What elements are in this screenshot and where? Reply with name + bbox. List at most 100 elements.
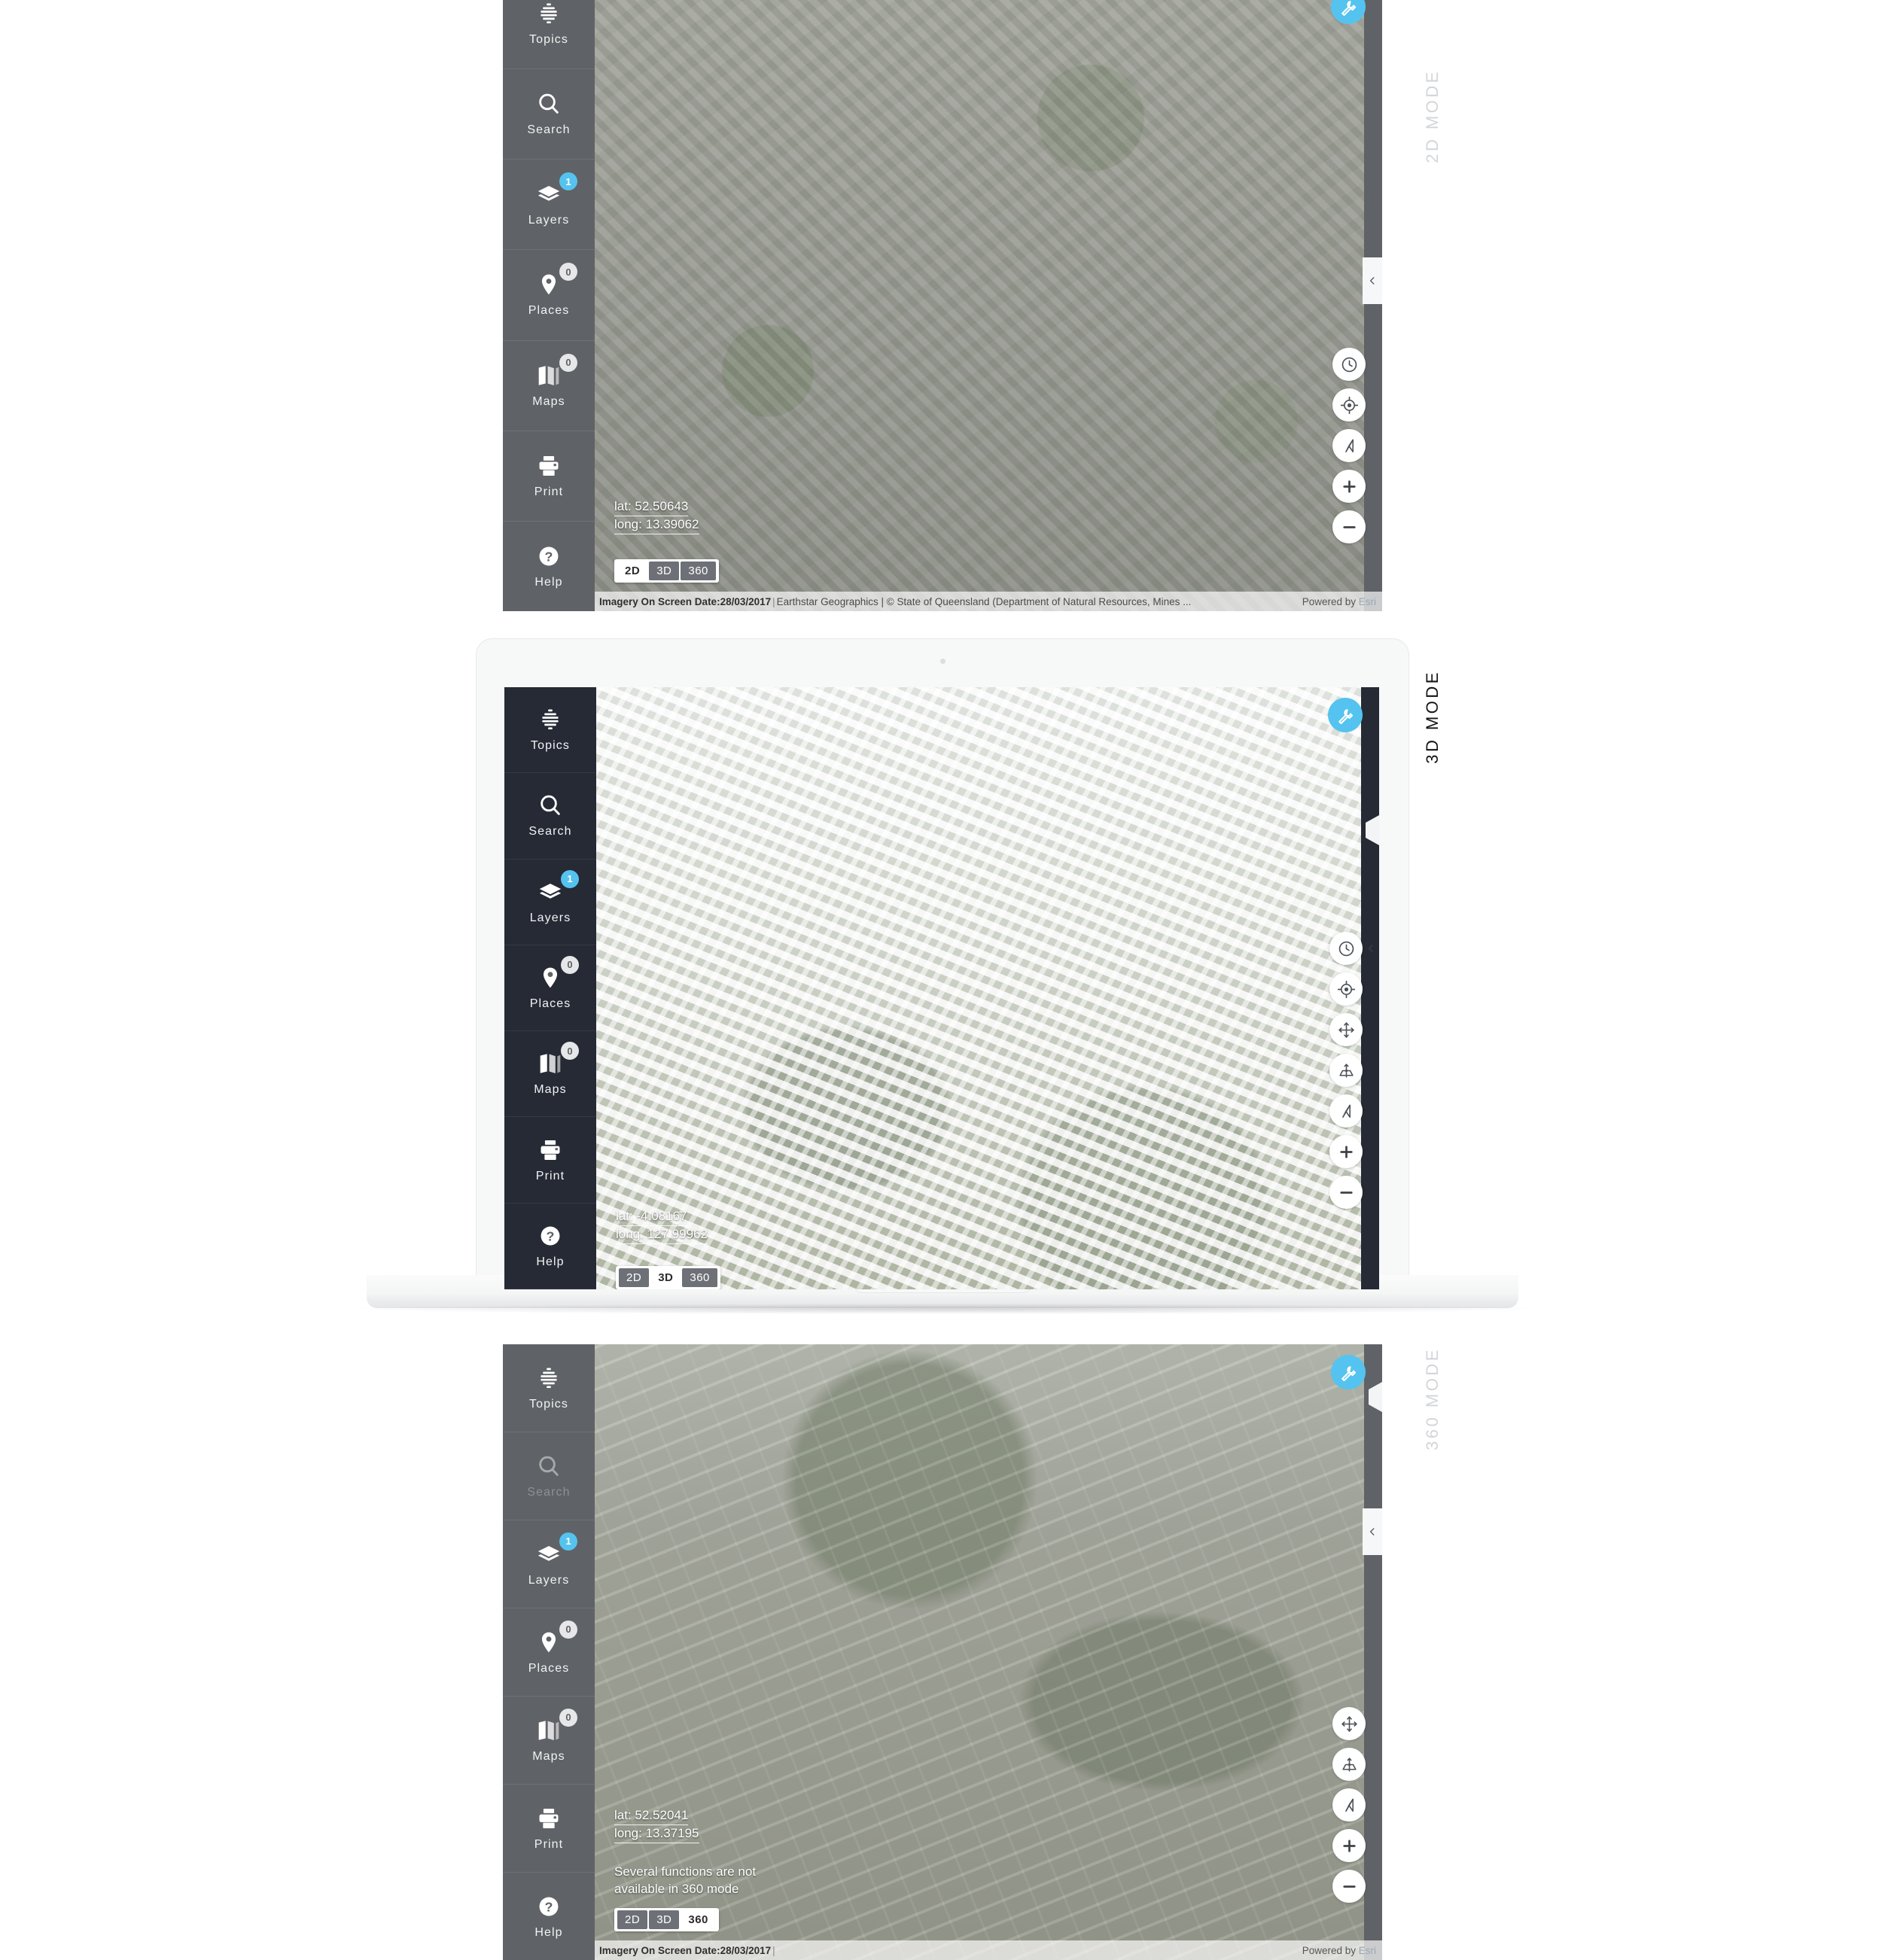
- satellite-imagery-3d[interactable]: [596, 687, 1379, 1289]
- sidebar-item-topics[interactable]: Topics: [503, 0, 595, 70]
- sidebar-item-label: Places: [528, 1661, 570, 1675]
- map-icon: [535, 363, 562, 388]
- sidebar-item-print[interactable]: Print: [503, 1785, 595, 1873]
- panel-collapse-tab-2d[interactable]: [1363, 257, 1382, 304]
- sidebar-item-maps[interactable]: 0 Maps: [503, 1697, 595, 1785]
- mode-button-2d[interactable]: 2D: [617, 1910, 648, 1929]
- app-window-360: Topics Search 1 Layers 0 Places 0 Maps Print? Hel…: [503, 1344, 1382, 1960]
- clock-button[interactable]: [1332, 348, 1366, 381]
- compass-button[interactable]: [1332, 429, 1366, 462]
- badge-maps: 0: [559, 1708, 577, 1727]
- badge-places: 0: [559, 263, 577, 282]
- sidebar-item-label: Search: [527, 123, 571, 137]
- lat-value: lat: 52.50643: [614, 498, 689, 517]
- mode-button-360[interactable]: 360: [681, 562, 716, 580]
- compass-button[interactable]: [1332, 1788, 1366, 1822]
- zoom-out-button[interactable]: [1332, 1870, 1366, 1903]
- pan-button[interactable]: [1329, 1013, 1363, 1046]
- sidebar-item-label: Help: [534, 1925, 563, 1939]
- tools-wrench-button[interactable]: [1331, 1355, 1366, 1389]
- satellite-imagery-2d[interactable]: [595, 0, 1382, 611]
- clock-button[interactable]: [1329, 932, 1363, 965]
- map-canvas-2d[interactable]: lat: 52.50643 long: 13.39062 2D 3D 360 I…: [595, 0, 1382, 611]
- sidebar-item-label: Print: [534, 485, 564, 498]
- svg-text:?: ?: [545, 549, 553, 564]
- sidebar-item-print[interactable]: Print: [504, 1117, 596, 1204]
- help-icon: ?: [535, 543, 562, 569]
- sidebar-item-places[interactable]: 0 Places: [504, 945, 596, 1032]
- mode-button-3d[interactable]: 3D: [649, 562, 680, 580]
- sidebar-item-layers[interactable]: 1 Layers: [504, 860, 596, 945]
- badge-layers: 1: [559, 1532, 577, 1551]
- sidebar-item-places[interactable]: 0 Places: [503, 250, 595, 341]
- sidebar-item-topics[interactable]: Topics: [504, 687, 596, 774]
- mode-button-360[interactable]: 360: [682, 1268, 717, 1287]
- lat-value: lat: -4.08167: [616, 1208, 687, 1227]
- mode-button-360[interactable]: 360: [681, 1910, 716, 1929]
- sidebar-item-places[interactable]: 0 Places: [503, 1608, 595, 1697]
- sidebar-item-maps[interactable]: 0 Maps: [503, 341, 595, 431]
- pan-button[interactable]: [1332, 1707, 1366, 1740]
- window-edge-360: [1364, 1344, 1382, 1960]
- esri-brand-360[interactable]: Esri: [1359, 1945, 1376, 1956]
- badge-layers: 1: [561, 869, 579, 888]
- sidebar-2d: Topics Search 1 Layers 0 Places 0 Maps Print ? Hel…: [503, 0, 595, 611]
- tools-wrench-button[interactable]: [1328, 698, 1363, 732]
- window-edge-3d: [1361, 687, 1379, 1289]
- map-controls-2d: [1332, 348, 1366, 543]
- window-edge-2d: [1364, 0, 1382, 611]
- sidebar-item-help[interactable]: ? Help: [503, 522, 595, 611]
- zoom-in-button[interactable]: [1332, 470, 1366, 503]
- zoom-in-button[interactable]: [1329, 1135, 1363, 1168]
- sidebar-item-label: Print: [534, 1837, 564, 1851]
- sidebar-item-print[interactable]: Print: [503, 431, 595, 522]
- sidebar-360: Topics Search 1 Layers 0 Places 0 Maps Print? Hel…: [503, 1344, 595, 1960]
- layers-icon: [535, 181, 562, 207]
- sidebar-item-label: Maps: [532, 1749, 565, 1763]
- zoom-in-button[interactable]: [1332, 1829, 1366, 1862]
- svg-text:?: ?: [547, 1228, 555, 1243]
- map-canvas-3d[interactable]: lat: -4.08167 long: 127.99962 2D 3D 360: [596, 687, 1379, 1289]
- mode-notice-360: Several functions are not available in 3…: [614, 1864, 757, 1897]
- long-value: long: 13.37195: [614, 1825, 699, 1843]
- mode-button-2d[interactable]: 2D: [619, 1268, 650, 1287]
- mode-button-3d[interactable]: 3D: [650, 1268, 681, 1287]
- sidebar-item-label: Places: [529, 997, 571, 1010]
- sidebar-3d: Topics Search 1 Layers 0 Places 0 Maps Print ? Hel…: [504, 687, 596, 1289]
- mode-button-2d[interactable]: 2D: [617, 562, 648, 580]
- badge-places: 0: [561, 955, 579, 974]
- zoom-out-button[interactable]: [1332, 510, 1366, 543]
- sidebar-item-topics[interactable]: Topics: [503, 1344, 595, 1432]
- search-icon: [535, 1453, 562, 1479]
- sidebar-item-maps[interactable]: 0 Maps: [504, 1031, 596, 1118]
- sidebar-item-layers[interactable]: 1 Layers: [503, 160, 595, 251]
- sidebar-item-help[interactable]: ? Help: [503, 1873, 595, 1960]
- layers-icon: [535, 1542, 562, 1567]
- sidebar-item-help[interactable]: ? Help: [504, 1204, 596, 1289]
- panel-collapse-tab-360[interactable]: [1363, 1508, 1382, 1555]
- sidebar-item-layers[interactable]: 1 Layers: [503, 1520, 595, 1608]
- sidebar-item-label: Print: [535, 1169, 565, 1182]
- sidebar-item-search[interactable]: Search: [504, 773, 596, 860]
- mode-button-3d[interactable]: 3D: [649, 1910, 680, 1929]
- map-canvas-360[interactable]: lat: 52.52041 long: 13.37195 Several fun…: [595, 1344, 1382, 1960]
- map-controls-360: [1332, 1707, 1366, 1903]
- long-value: long: 127.99962: [616, 1226, 708, 1244]
- panel-collapse-tab-3d[interactable]: [1363, 930, 1379, 967]
- locate-button[interactable]: [1329, 972, 1363, 1006]
- topics-icon: [537, 707, 564, 732]
- map-controls-3d: [1329, 932, 1363, 1209]
- page-root: Topics Search 1 Layers 0 Places 0 Maps Print? Hel…: [0, 0, 1882, 1960]
- powered-by-label-360: Powered by: [1302, 1944, 1359, 1956]
- sidebar-item-search[interactable]: Search: [503, 69, 595, 160]
- laptop-shadow: [355, 1304, 1530, 1314]
- tilt-button[interactable]: [1332, 1748, 1366, 1781]
- svg-text:?: ?: [545, 1899, 553, 1914]
- sidebar-item-label: Search: [527, 1485, 571, 1499]
- locate-button[interactable]: [1332, 388, 1366, 422]
- tilt-button[interactable]: [1329, 1054, 1363, 1087]
- esri-brand-2d[interactable]: Esri: [1359, 596, 1376, 607]
- compass-button[interactable]: [1329, 1094, 1363, 1128]
- map-icon: [535, 1718, 562, 1743]
- zoom-out-button[interactable]: [1329, 1176, 1363, 1209]
